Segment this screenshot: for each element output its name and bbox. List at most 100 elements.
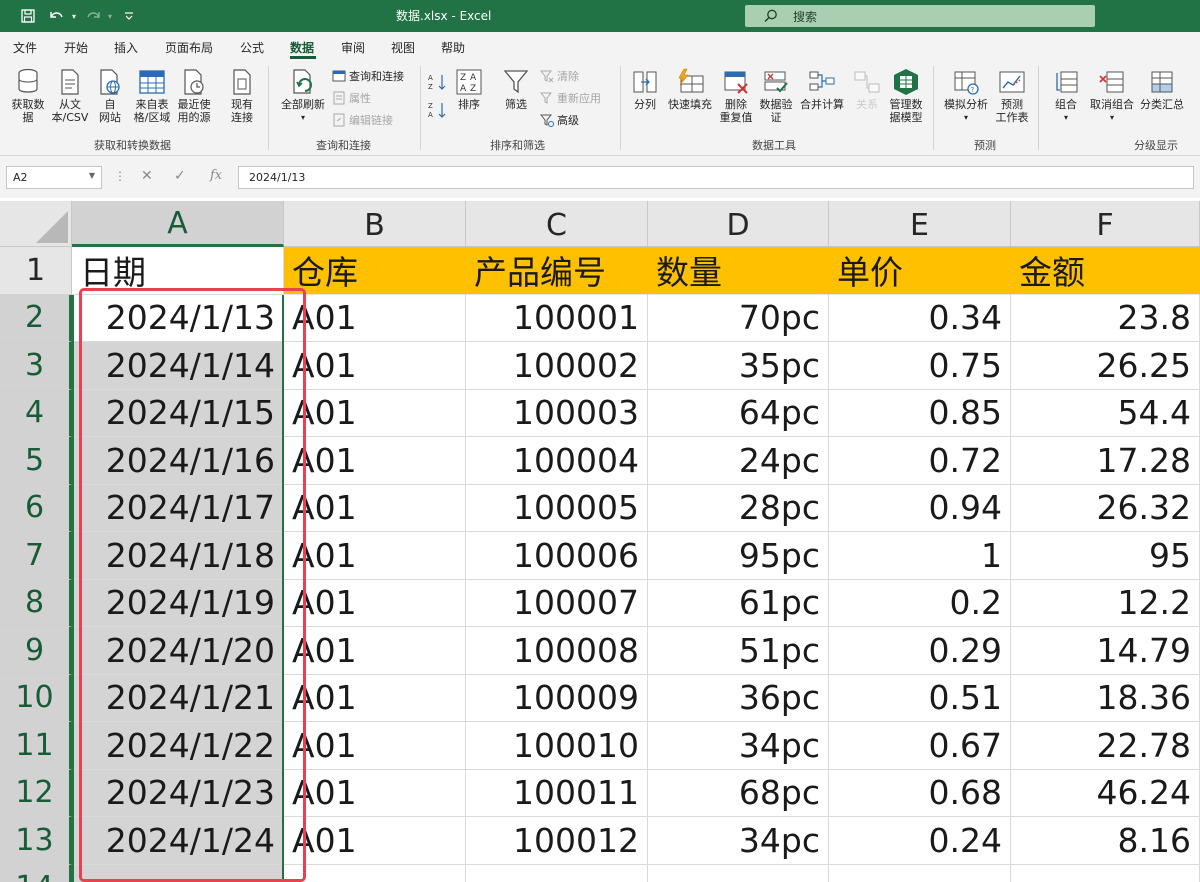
cell-c10[interactable]: 100009 (466, 674, 648, 722)
cell-b13[interactable]: A01 (284, 817, 466, 865)
header-cell-c[interactable]: 产品编号 (466, 247, 648, 295)
relationships-button[interactable]: 关系 (850, 66, 884, 111)
cell-e12[interactable]: 0.68 (829, 769, 1011, 817)
cell-b5[interactable]: A01 (284, 437, 466, 485)
name-box-dropdown-icon[interactable]: ▼ (89, 171, 95, 180)
undo-icon[interactable] (46, 6, 66, 26)
row-header-4[interactable]: 4 (0, 389, 72, 437)
cell-c3[interactable]: 100002 (466, 342, 648, 390)
cancel-icon[interactable]: ✕ (141, 168, 153, 184)
cell-a12[interactable]: 2024/1/23 (72, 769, 284, 817)
row-header-11[interactable]: 11 (0, 722, 72, 770)
cell-c9[interactable]: 100008 (466, 627, 648, 675)
cell-e9[interactable]: 0.29 (829, 627, 1011, 675)
cell-f13[interactable]: 8.16 (1011, 817, 1200, 865)
cell-a11[interactable]: 2024/1/22 (72, 722, 284, 770)
cell-e13[interactable]: 0.24 (829, 817, 1011, 865)
cell-e3[interactable]: 0.75 (829, 342, 1011, 390)
undo-dropdown-icon[interactable]: ▾ (68, 6, 80, 26)
tab-formulas[interactable]: 公式 (240, 39, 264, 56)
clear-filter-button[interactable]: 清除 (539, 68, 579, 84)
cell-f5[interactable]: 17.28 (1011, 437, 1200, 485)
cell-d8[interactable]: 61pc (648, 579, 829, 627)
cell-d2[interactable]: 70pc (648, 294, 829, 342)
flash-fill-button[interactable]: 快速填充 (666, 66, 714, 111)
cell-c5[interactable]: 100004 (466, 437, 648, 485)
cell-b11[interactable]: A01 (284, 722, 466, 770)
tab-review[interactable]: 审阅 (341, 39, 365, 56)
manage-data-model-button[interactable]: 管理数 据模型 (886, 66, 926, 124)
subtotal-button[interactable]: 分类汇总 (1138, 66, 1186, 111)
cell-a8[interactable]: 2024/1/19 (72, 579, 284, 627)
cell-a7[interactable]: 2024/1/18 (72, 532, 284, 580)
sort-button[interactable]: ZAAZ 排序 (452, 66, 486, 111)
cell-d14[interactable] (648, 864, 829, 882)
cell-c8[interactable]: 100007 (466, 579, 648, 627)
row-header-3[interactable]: 3 (0, 342, 72, 390)
cell-a14[interactable] (72, 864, 284, 882)
more-options-icon[interactable]: ⋮ (114, 169, 126, 183)
cell-d12[interactable]: 68pc (648, 769, 829, 817)
row-header-2[interactable]: 2 (0, 294, 72, 342)
cell-c4[interactable]: 100003 (466, 389, 648, 437)
cell-c14[interactable] (466, 864, 648, 882)
cell-c13[interactable]: 100012 (466, 817, 648, 865)
remove-duplicates-button[interactable]: 删除 重复值 (716, 66, 756, 124)
search-input[interactable]: 搜索 (745, 5, 1095, 27)
cell-e14[interactable] (829, 864, 1011, 882)
what-if-analysis-button[interactable]: ? 模拟分析 ▾ (940, 66, 992, 124)
cell-e7[interactable]: 1 (829, 532, 1011, 580)
cell-b4[interactable]: A01 (284, 389, 466, 437)
edit-links-button[interactable]: 编辑链接 (332, 112, 393, 128)
tab-page-layout[interactable]: 页面布局 (165, 39, 213, 56)
column-header-d[interactable]: D (648, 201, 829, 247)
cell-d4[interactable]: 64pc (648, 389, 829, 437)
row-header-13[interactable]: 13 (0, 817, 72, 865)
cell-b2[interactable]: A01 (284, 294, 466, 342)
header-cell-d[interactable]: 数量 (648, 247, 829, 295)
existing-connections-button[interactable]: 现有 连接 (224, 66, 260, 124)
queries-connections-button[interactable]: 查询和连接 (332, 68, 404, 84)
data-validation-button[interactable]: 数据验 证 (756, 66, 796, 124)
cell-a2[interactable]: 2024/1/13 (72, 294, 284, 342)
row-header-9[interactable]: 9 (0, 627, 72, 675)
row-header-5[interactable]: 5 (0, 437, 72, 485)
column-header-f[interactable]: F (1011, 201, 1200, 247)
cell-f4[interactable]: 54.4 (1011, 389, 1200, 437)
recent-sources-button[interactable]: 最近使 用的源 (174, 66, 214, 124)
cell-c6[interactable]: 100005 (466, 484, 648, 532)
cell-f11[interactable]: 22.78 (1011, 722, 1200, 770)
cell-d7[interactable]: 95pc (648, 532, 829, 580)
column-header-a[interactable]: A (72, 201, 284, 247)
from-web-button[interactable]: 自 网站 (92, 66, 128, 124)
cell-a6[interactable]: 2024/1/17 (72, 484, 284, 532)
cell-f6[interactable]: 26.32 (1011, 484, 1200, 532)
cell-f3[interactable]: 26.25 (1011, 342, 1200, 390)
cell-d6[interactable]: 28pc (648, 484, 829, 532)
cell-a4[interactable]: 2024/1/15 (72, 389, 284, 437)
cell-d13[interactable]: 34pc (648, 817, 829, 865)
cell-d11[interactable]: 34pc (648, 722, 829, 770)
advanced-filter-button[interactable]: 高级 (539, 112, 579, 128)
cell-e4[interactable]: 0.85 (829, 389, 1011, 437)
sort-ascending-icon[interactable]: AZ (428, 74, 448, 91)
formula-input[interactable]: 2024/1/13 (238, 166, 1194, 189)
select-all-corner[interactable] (0, 201, 72, 247)
tab-home[interactable]: 开始 (64, 39, 88, 56)
cell-a9[interactable]: 2024/1/20 (72, 627, 284, 675)
cell-b9[interactable]: A01 (284, 627, 466, 675)
cell-b6[interactable]: A01 (284, 484, 466, 532)
cell-c7[interactable]: 100006 (466, 532, 648, 580)
tab-help[interactable]: 帮助 (441, 39, 465, 56)
reapply-button[interactable]: 重新应用 (539, 90, 601, 106)
cell-e5[interactable]: 0.72 (829, 437, 1011, 485)
row-header-10[interactable]: 10 (0, 674, 72, 722)
header-cell-f[interactable]: 金额 (1011, 247, 1200, 295)
cell-b14[interactable] (284, 864, 466, 882)
header-cell-b[interactable]: 仓库 (284, 247, 466, 295)
column-header-c[interactable]: C (466, 201, 648, 247)
from-csv-button[interactable]: 从文 本/CSV (50, 66, 90, 124)
consolidate-button[interactable]: 合并计算 (796, 66, 848, 111)
enter-icon[interactable]: ✓ (174, 168, 186, 184)
cell-a3[interactable]: 2024/1/14 (72, 342, 284, 390)
